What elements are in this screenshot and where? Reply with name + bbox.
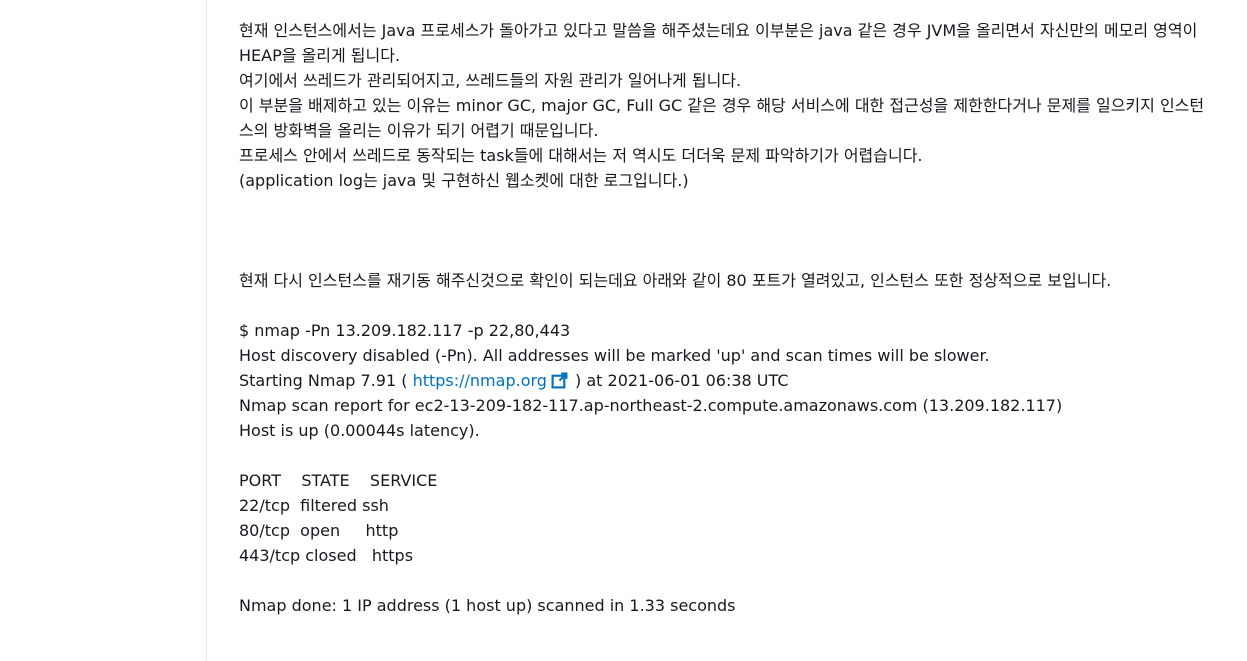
nmap-org-link[interactable]: https://nmap.org (413, 371, 547, 390)
paragraph-jvm: 현재 인스턴스에서는 Java 프로세스가 돌아가고 있다고 말씀을 해주셨는데… (239, 21, 1198, 65)
paragraph-app-log: (application log는 java 및 구현하신 웹소켓에 대한 로그… (239, 171, 689, 190)
port-row: 80/tcp open http (239, 521, 399, 540)
nmap-host-up: Host is up (0.00044s latency). (239, 421, 480, 440)
paragraph-threads: 여기에서 쓰레드가 관리되어지고, 쓰레드들의 자원 관리가 일어나게 됩니다. (239, 71, 742, 90)
external-link-icon[interactable] (551, 372, 568, 389)
nmap-starting: Starting Nmap 7.91 ( https://nmap.org ) … (239, 368, 1214, 393)
port-row: 443/tcp closed https (239, 546, 414, 565)
left-rail (0, 0, 207, 661)
nmap-discovery: Host discovery disabled (-Pn). All addre… (239, 346, 990, 365)
nmap-report: Nmap scan report for ec2-13-209-182-117.… (239, 396, 1063, 415)
port-table-header: PORT STATE SERVICE (239, 471, 438, 490)
message-body: 현재 인스턴스에서는 Java 프로세스가 돌아가고 있다고 말씀을 해주셨는데… (239, 18, 1214, 618)
paragraph-gc: 이 부분을 배제하고 있는 이유는 minor GC, major GC, Fu… (239, 96, 1205, 140)
paragraph-task: 프로세스 안에서 쓰레드로 동작되는 task들에 대해서는 저 역시도 더더욱… (239, 146, 923, 165)
nmap-done: Nmap done: 1 IP address (1 host up) scan… (239, 596, 736, 615)
nmap-command: $ nmap -Pn 13.209.182.117 -p 22,80,443 (239, 321, 571, 340)
nmap-starting-prefix: Starting Nmap 7.91 ( (239, 371, 413, 390)
port-row: 22/tcp filtered ssh (239, 496, 389, 515)
nmap-starting-suffix: ) at 2021-06-01 06:38 UTC (569, 371, 789, 390)
paragraph-restart: 현재 다시 인스턴스를 재기동 해주신것으로 확인이 되는데요 아래와 같이 8… (239, 271, 1112, 290)
